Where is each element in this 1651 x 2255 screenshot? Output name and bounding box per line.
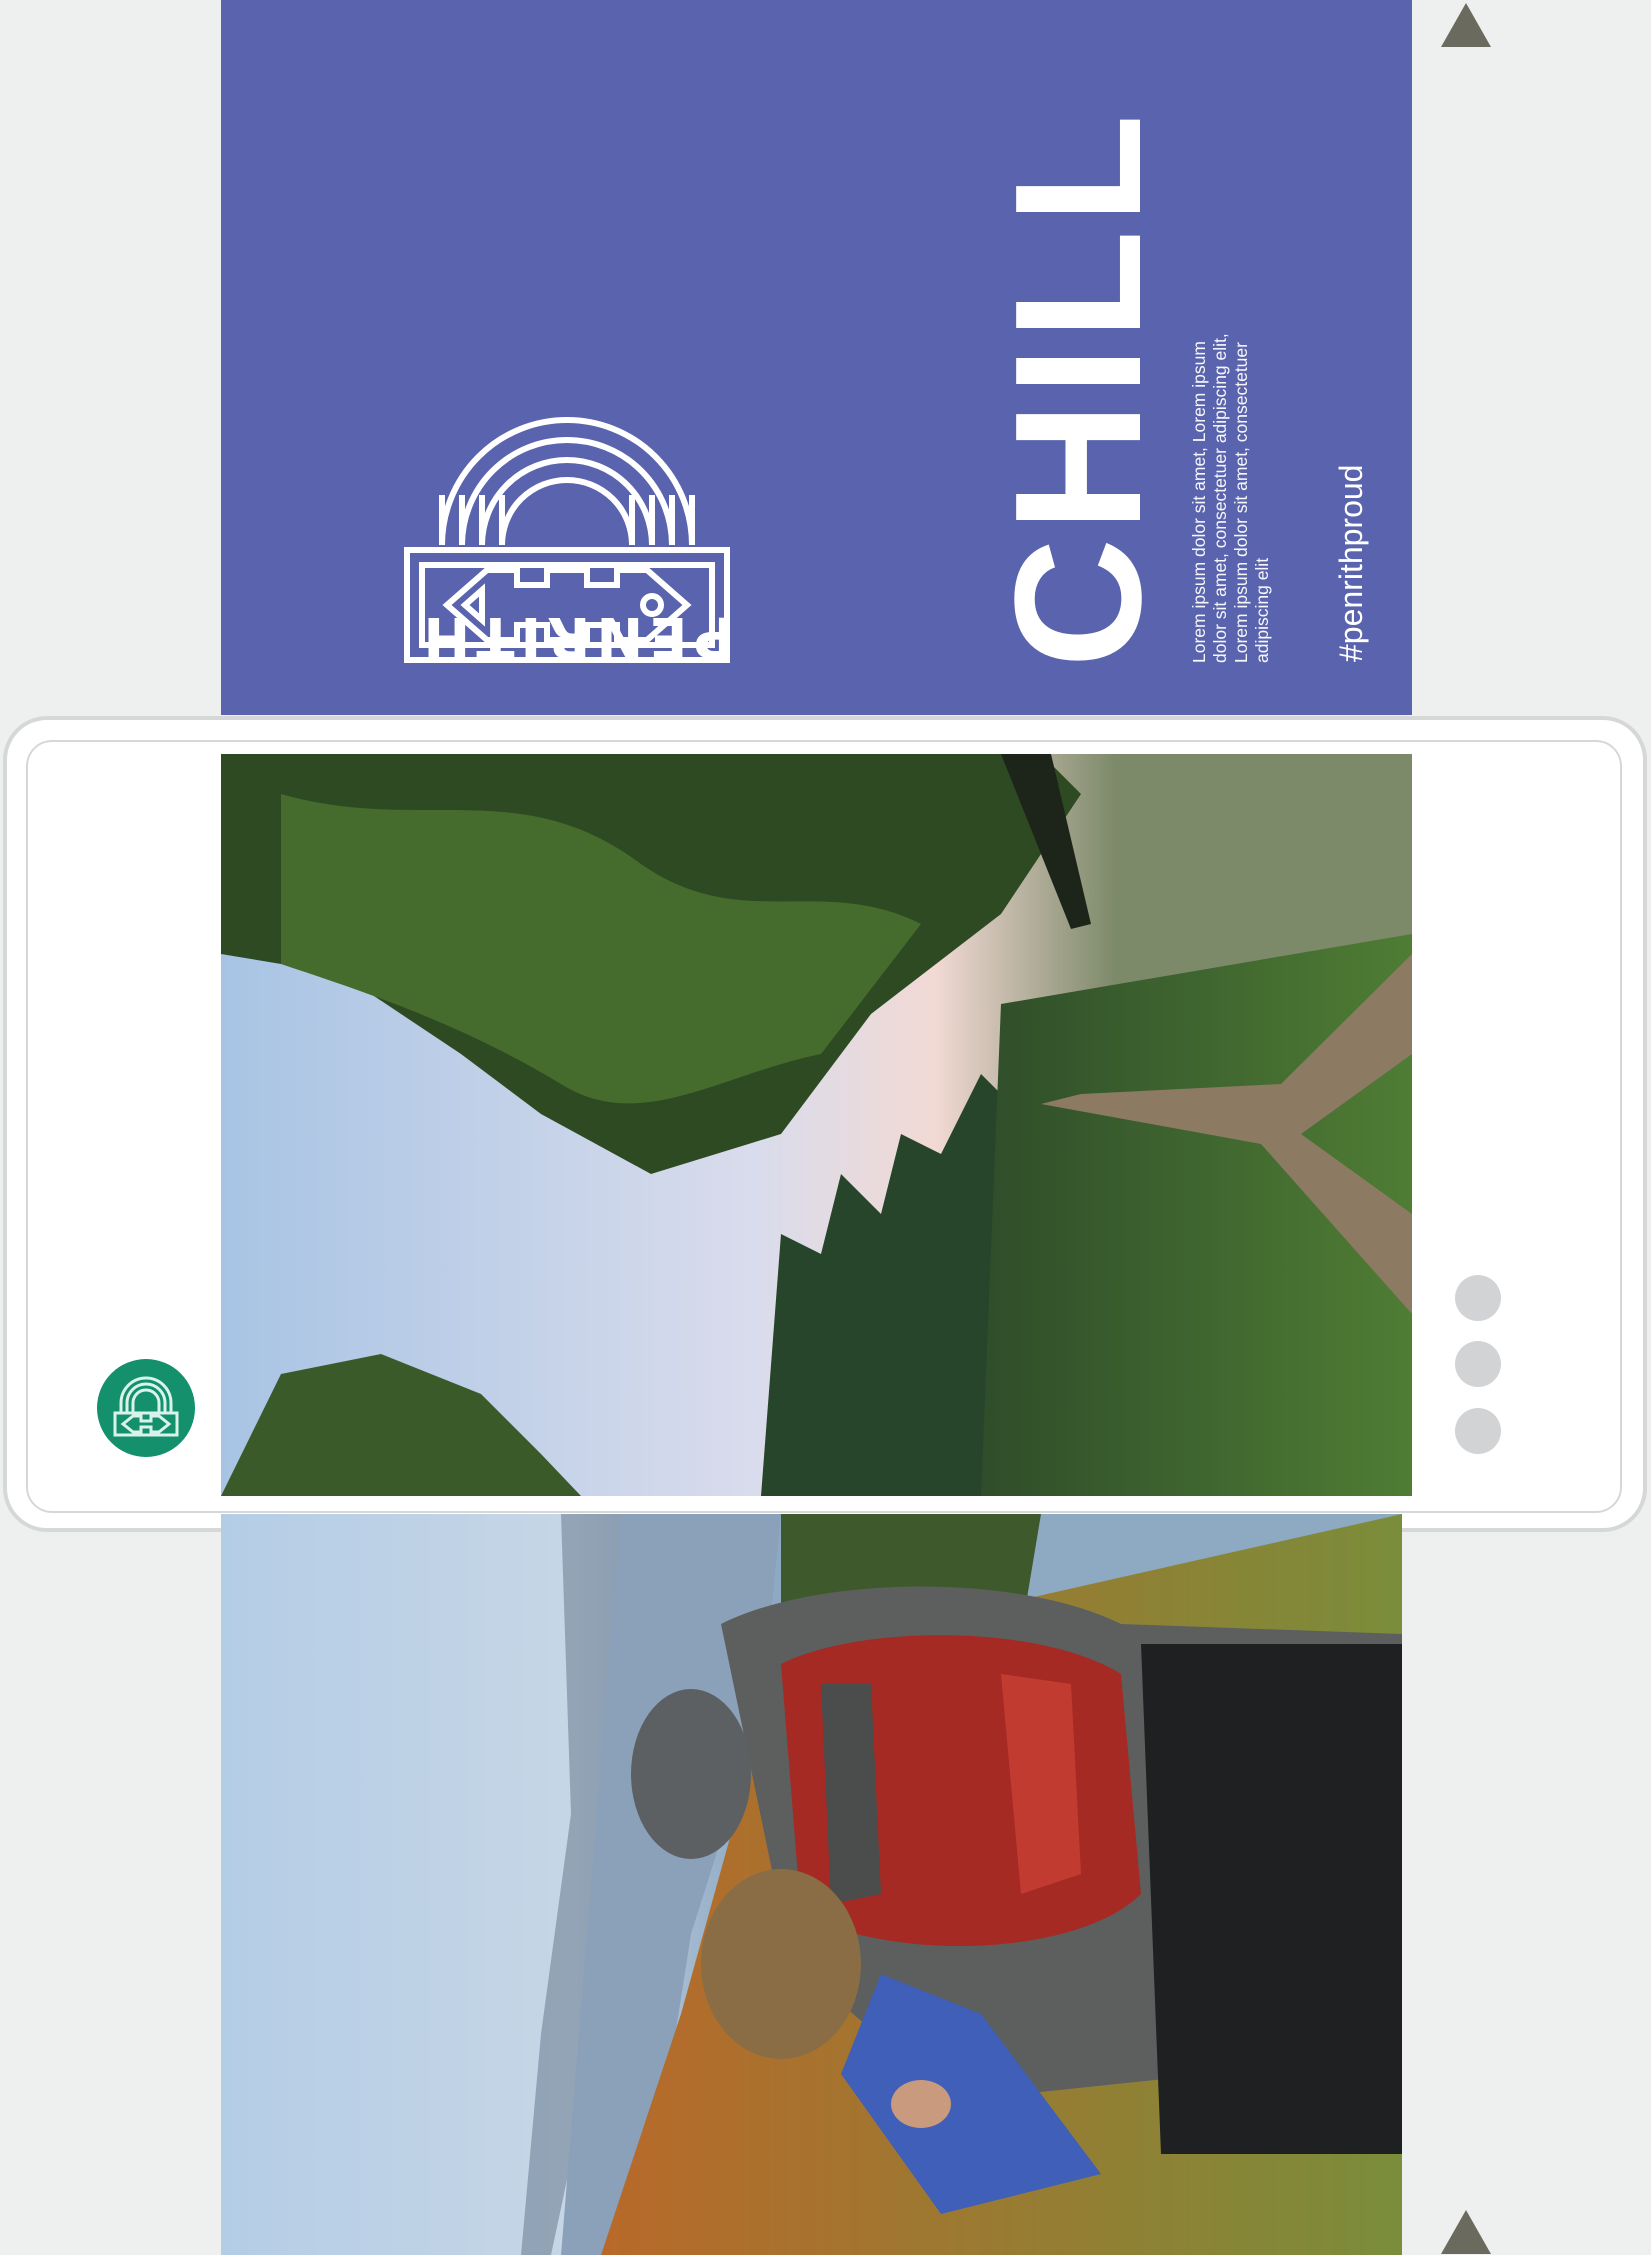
- pagination-dot[interactable]: [1455, 1408, 1501, 1454]
- woodland-photo: [221, 754, 1412, 1496]
- profile-avatar[interactable]: [97, 1359, 195, 1457]
- pagination-dot[interactable]: [1455, 1341, 1501, 1387]
- triangle-up-icon[interactable]: [1441, 2210, 1491, 2254]
- headline: CHILL: [978, 108, 1179, 668]
- brand-name: PENRITH: [417, 604, 735, 669]
- hikers-photo: [221, 1514, 1402, 2255]
- promo-panel: PENRITH CHILL Lorem ipsum dolor sit amet…: [221, 0, 1412, 715]
- pagination-dot[interactable]: [1455, 1275, 1501, 1321]
- avatar-logo: [113, 1376, 179, 1437]
- triangle-up-icon[interactable]: [1441, 3, 1491, 47]
- body-copy: Lorem ipsum dolor sit amet, Lorem ipsum …: [1189, 333, 1272, 663]
- hashtag: #penrithproud: [1333, 464, 1369, 662]
